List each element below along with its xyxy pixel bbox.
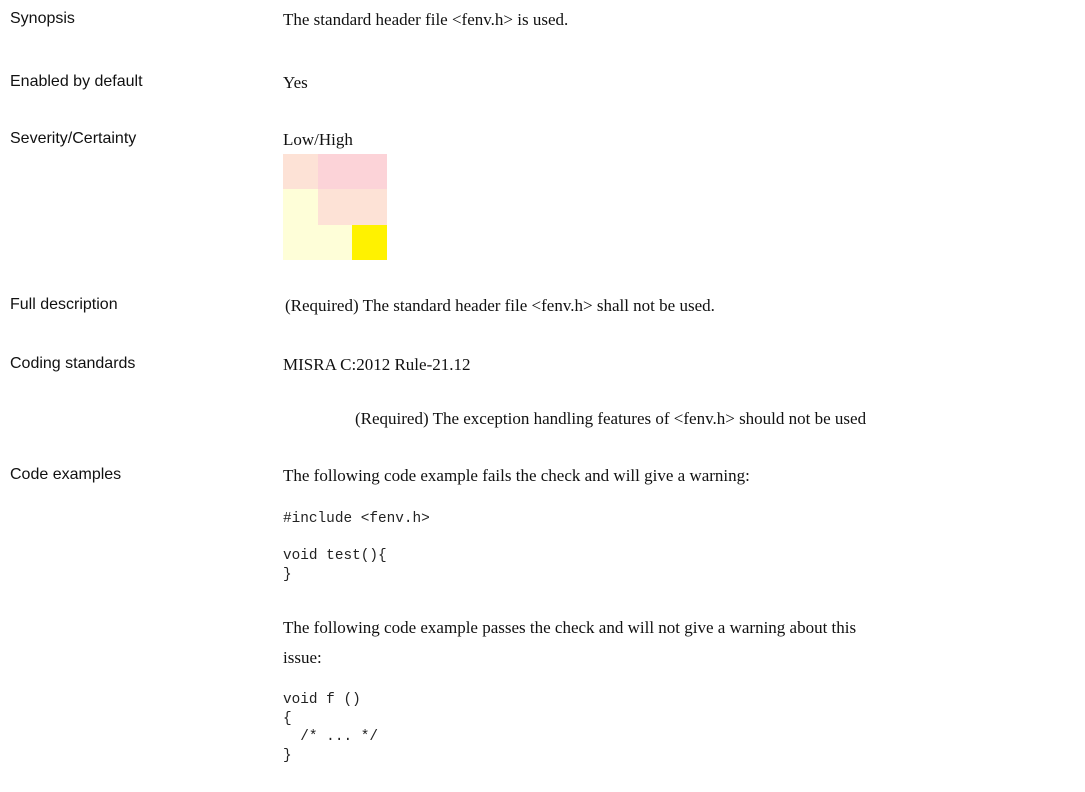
pass-code-block: void f () { /* ... */ }	[283, 692, 378, 764]
fail-example-intro: The following code example fails the che…	[283, 466, 750, 485]
pass-example-intro-line2: issue:	[283, 648, 322, 667]
severity-matrix-cell	[283, 154, 318, 190]
code-examples-label: Code examples	[10, 466, 122, 483]
full-description-text: (Required) The standard header file <fen…	[285, 296, 715, 315]
full-description-label: Full description	[10, 296, 118, 313]
severity-matrix-cell	[317, 154, 353, 190]
severity-matrix-cell	[352, 154, 387, 190]
synopsis-label: Synopsis	[10, 10, 75, 27]
coding-standards-label: Coding standards	[10, 355, 136, 372]
severity-matrix-cell	[317, 224, 353, 260]
coding-standard-description: (Required) The exception handling featur…	[355, 409, 867, 428]
severity-matrix-cell	[352, 189, 387, 225]
severity-matrix-cell	[352, 224, 387, 260]
pass-example-intro-line1: The following code example passes the ch…	[283, 618, 857, 637]
severity-matrix-cell	[283, 224, 318, 260]
severity-matrix-cell	[283, 189, 318, 225]
severity-certainty-matrix	[283, 154, 387, 260]
enabled-by-default-label: Enabled by default	[10, 73, 143, 90]
severity-certainty-value: Low/High	[283, 130, 353, 149]
severity-matrix-cell	[317, 189, 353, 225]
synopsis-text: The standard header file <fenv.h> is use…	[283, 10, 569, 29]
enabled-by-default-value: Yes	[283, 73, 308, 92]
fail-code-block: #include <fenv.h> void test(){ }	[283, 511, 430, 583]
coding-standard-name: MISRA C:2012 Rule-21.12	[283, 355, 471, 374]
severity-certainty-label: Severity/Certainty	[10, 130, 137, 147]
